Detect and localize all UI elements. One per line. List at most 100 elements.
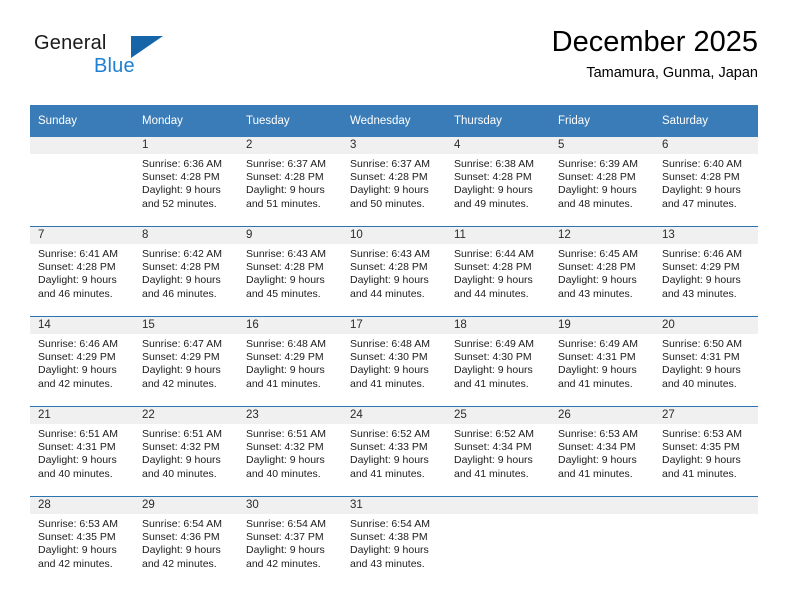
day-detail-daylight-line1: Daylight: 9 hours — [454, 274, 533, 287]
day-detail-sunset: Sunset: 4:32 PM — [246, 441, 324, 454]
day-detail-sunset: Sunset: 4:29 PM — [662, 261, 740, 274]
day-detail-sunset: Sunset: 4:31 PM — [558, 351, 636, 364]
day-cell-inner — [446, 497, 550, 586]
day-detail-daylight-line1: Daylight: 9 hours — [142, 454, 221, 467]
day-detail-daylight-line2: and 42 minutes. — [38, 377, 113, 390]
generalblue-logo[interactable]: General Blue — [34, 32, 224, 88]
calendar-day-cell[interactable]: 25 Sunrise: 6:52 AM Sunset: 4:34 PM Dayligh… — [446, 406, 550, 497]
calendar-day-cell[interactable]: 15 Sunrise: 6:47 AM Sunset: 4:29 PM Dayligh… — [134, 316, 238, 407]
day-details: Sunrise: 6:49 AM Sunset: 4:31 PM Daylight:… — [550, 334, 654, 391]
day-number — [30, 137, 134, 154]
calendar-day-cell[interactable]: 14 Sunrise: 6:46 AM Sunset: 4:29 PM Dayligh… — [30, 316, 134, 407]
calendar-day-cell[interactable]: 7 Sunrise: 6:41 AM Sunset: 4:28 PM Daylight… — [30, 226, 134, 317]
day-cell-inner: 16 Sunrise: 6:48 AM Sunset: 4:29 PM Dayligh… — [238, 317, 342, 406]
day-detail-daylight-line2: and 46 minutes. — [38, 287, 113, 300]
day-detail-daylight-line2: and 40 minutes. — [38, 467, 113, 480]
day-detail-sunrise: Sunrise: 6:40 AM — [662, 158, 742, 170]
calendar-day-cell[interactable]: 8 Sunrise: 6:42 AM Sunset: 4:28 PM Daylight… — [134, 226, 238, 317]
day-cell-inner: 6 Sunrise: 6:40 AM Sunset: 4:28 PM Daylight… — [654, 137, 758, 226]
calendar-day-cell[interactable]: 10 Sunrise: 6:43 AM Sunset: 4:28 PM Dayligh… — [342, 226, 446, 317]
weekday-header-sunday: Sunday — [30, 105, 134, 137]
day-detail-sunrise: Sunrise: 6:51 AM — [142, 428, 222, 440]
calendar-day-cell[interactable]: 1 Sunrise: 6:36 AM Sunset: 4:28 PM Daylight… — [134, 137, 238, 227]
calendar-week-row: 14 Sunrise: 6:46 AM Sunset: 4:29 PM Dayligh… — [30, 316, 758, 407]
day-detail-sunset: Sunset: 4:37 PM — [246, 531, 324, 544]
calendar-day-cell[interactable]: 21 Sunrise: 6:51 AM Sunset: 4:31 PM Dayligh… — [30, 406, 134, 497]
day-detail-sunrise: Sunrise: 6:51 AM — [38, 428, 118, 440]
calendar-day-cell[interactable]: 24 Sunrise: 6:52 AM Sunset: 4:33 PM Dayligh… — [342, 406, 446, 497]
calendar-day-cell[interactable]: 9 Sunrise: 6:43 AM Sunset: 4:28 PM Daylight… — [238, 226, 342, 317]
day-detail-daylight-line2: and 45 minutes. — [246, 287, 321, 300]
calendar-day-cell[interactable]: 13 Sunrise: 6:46 AM Sunset: 4:29 PM Dayligh… — [654, 226, 758, 317]
day-detail-daylight-line1: Daylight: 9 hours — [662, 184, 741, 197]
day-detail-sunrise: Sunrise: 6:41 AM — [38, 248, 118, 260]
day-detail-daylight-line2: and 41 minutes. — [454, 377, 529, 390]
day-details: Sunrise: 6:38 AM Sunset: 4:28 PM Daylight:… — [446, 154, 550, 211]
day-detail-daylight-line1: Daylight: 9 hours — [558, 454, 637, 467]
day-number: 22 — [134, 407, 238, 424]
day-detail-daylight-line2: and 41 minutes. — [558, 377, 633, 390]
day-detail-daylight-line2: and 42 minutes. — [246, 557, 321, 570]
day-cell-inner: 7 Sunrise: 6:41 AM Sunset: 4:28 PM Daylight… — [30, 227, 134, 316]
calendar-day-cell[interactable]: 4 Sunrise: 6:38 AM Sunset: 4:28 PM Daylight… — [446, 137, 550, 227]
calendar-day-cell[interactable]: 16 Sunrise: 6:48 AM Sunset: 4:29 PM Dayligh… — [238, 316, 342, 407]
calendar-day-cell[interactable]: 31 Sunrise: 6:54 AM Sunset: 4:38 PM Dayligh… — [342, 496, 446, 586]
day-details: Sunrise: 6:46 AM Sunset: 4:29 PM Daylight:… — [654, 244, 758, 301]
day-number: 12 — [550, 227, 654, 244]
day-detail-daylight-line2: and 42 minutes. — [142, 557, 217, 570]
day-detail-daylight-line1: Daylight: 9 hours — [350, 454, 429, 467]
day-detail-sunrise: Sunrise: 6:51 AM — [246, 428, 326, 440]
calendar-day-cell[interactable]: 27 Sunrise: 6:53 AM Sunset: 4:35 PM Dayligh… — [654, 406, 758, 497]
calendar-day-cell[interactable]: 6 Sunrise: 6:40 AM Sunset: 4:28 PM Daylight… — [654, 137, 758, 227]
day-detail-daylight-line1: Daylight: 9 hours — [662, 454, 741, 467]
day-cell-inner: 30 Sunrise: 6:54 AM Sunset: 4:37 PM Dayligh… — [238, 497, 342, 586]
calendar-day-cell[interactable]: 23 Sunrise: 6:51 AM Sunset: 4:32 PM Dayligh… — [238, 406, 342, 497]
day-cell-inner: 5 Sunrise: 6:39 AM Sunset: 4:28 PM Daylight… — [550, 137, 654, 226]
day-cell-inner: 20 Sunrise: 6:50 AM Sunset: 4:31 PM Dayligh… — [654, 317, 758, 406]
calendar-day-cell[interactable]: 20 Sunrise: 6:50 AM Sunset: 4:31 PM Dayligh… — [654, 316, 758, 407]
calendar-day-cell[interactable]: 18 Sunrise: 6:49 AM Sunset: 4:30 PM Dayligh… — [446, 316, 550, 407]
day-detail-sunset: Sunset: 4:28 PM — [558, 261, 636, 274]
calendar-day-cell[interactable]: 17 Sunrise: 6:48 AM Sunset: 4:30 PM Dayligh… — [342, 316, 446, 407]
calendar-week-row: 21 Sunrise: 6:51 AM Sunset: 4:31 PM Dayligh… — [30, 406, 758, 497]
day-detail-sunset: Sunset: 4:36 PM — [142, 531, 220, 544]
day-number — [654, 497, 758, 514]
calendar-day-cell[interactable]: 28 Sunrise: 6:53 AM Sunset: 4:35 PM Dayligh… — [30, 496, 134, 586]
day-number — [446, 497, 550, 514]
day-details: Sunrise: 6:53 AM Sunset: 4:35 PM Daylight:… — [30, 514, 134, 571]
day-detail-daylight-line2: and 41 minutes. — [246, 377, 321, 390]
day-detail-daylight-line1: Daylight: 9 hours — [558, 364, 637, 377]
calendar-day-cell[interactable]: 26 Sunrise: 6:53 AM Sunset: 4:34 PM Dayligh… — [550, 406, 654, 497]
calendar-day-cell[interactable]: 2 Sunrise: 6:37 AM Sunset: 4:28 PM Daylight… — [238, 137, 342, 227]
day-detail-sunrise: Sunrise: 6:43 AM — [246, 248, 326, 260]
calendar-day-cell-empty — [550, 496, 654, 586]
day-detail-sunset: Sunset: 4:30 PM — [350, 351, 428, 364]
day-detail-daylight-line2: and 40 minutes. — [142, 467, 217, 480]
day-details: Sunrise: 6:43 AM Sunset: 4:28 PM Daylight:… — [238, 244, 342, 301]
day-details: Sunrise: 6:42 AM Sunset: 4:28 PM Daylight:… — [134, 244, 238, 301]
calendar-day-cell[interactable]: 29 Sunrise: 6:54 AM Sunset: 4:36 PM Dayligh… — [134, 496, 238, 586]
calendar-day-cell[interactable]: 30 Sunrise: 6:54 AM Sunset: 4:37 PM Dayligh… — [238, 496, 342, 586]
day-number: 20 — [654, 317, 758, 334]
calendar-day-cell[interactable]: 12 Sunrise: 6:45 AM Sunset: 4:28 PM Dayligh… — [550, 226, 654, 317]
day-detail-sunset: Sunset: 4:28 PM — [558, 171, 636, 184]
day-detail-sunrise: Sunrise: 6:54 AM — [142, 518, 222, 530]
calendar-day-cell[interactable]: 3 Sunrise: 6:37 AM Sunset: 4:28 PM Daylight… — [342, 137, 446, 227]
calendar-week-row: 28 Sunrise: 6:53 AM Sunset: 4:35 PM Dayligh… — [30, 496, 758, 586]
day-number: 13 — [654, 227, 758, 244]
day-number: 5 — [550, 137, 654, 154]
day-cell-inner: 4 Sunrise: 6:38 AM Sunset: 4:28 PM Daylight… — [446, 137, 550, 226]
day-detail-daylight-line1: Daylight: 9 hours — [142, 184, 221, 197]
day-details: Sunrise: 6:45 AM Sunset: 4:28 PM Daylight:… — [550, 244, 654, 301]
day-detail-daylight-line1: Daylight: 9 hours — [558, 274, 637, 287]
calendar-day-cell[interactable]: 11 Sunrise: 6:44 AM Sunset: 4:28 PM Dayligh… — [446, 226, 550, 317]
weekday-header-monday: Monday — [134, 105, 238, 137]
calendar-page: General Blue December 2025 Tamamura, Gun… — [0, 0, 792, 612]
calendar-day-cell[interactable]: 19 Sunrise: 6:49 AM Sunset: 4:31 PM Dayligh… — [550, 316, 654, 407]
day-details: Sunrise: 6:40 AM Sunset: 4:28 PM Daylight:… — [654, 154, 758, 211]
day-detail-daylight-line1: Daylight: 9 hours — [246, 364, 325, 377]
calendar-day-cell[interactable]: 22 Sunrise: 6:51 AM Sunset: 4:32 PM Dayligh… — [134, 406, 238, 497]
weekday-header-friday: Friday — [550, 105, 654, 137]
day-details: Sunrise: 6:54 AM Sunset: 4:36 PM Daylight:… — [134, 514, 238, 571]
calendar-day-cell[interactable]: 5 Sunrise: 6:39 AM Sunset: 4:28 PM Daylight… — [550, 137, 654, 227]
